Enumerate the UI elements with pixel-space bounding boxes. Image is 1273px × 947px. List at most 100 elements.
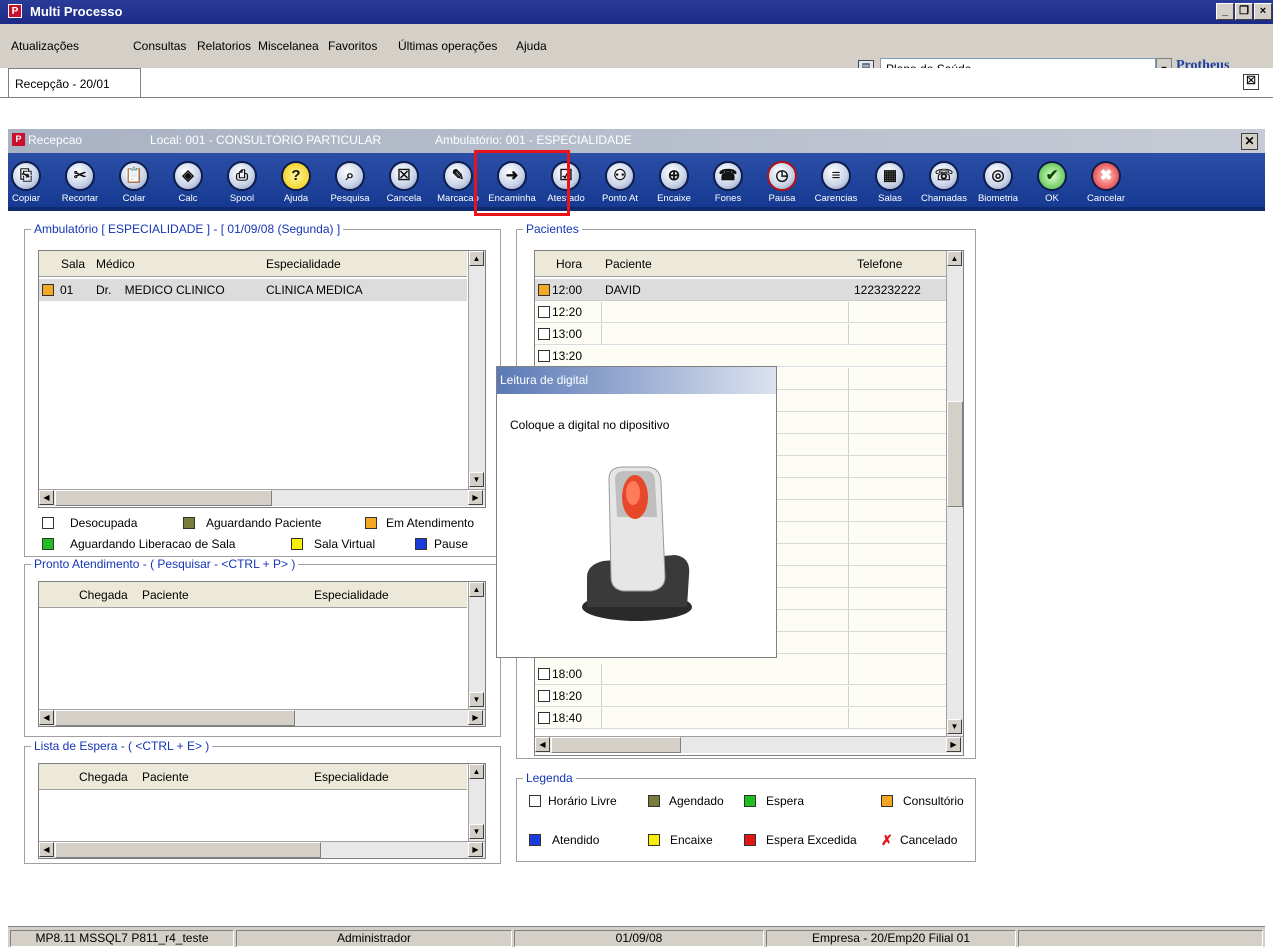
menu-ultimas-operacoes[interactable]: Últimas operações — [398, 39, 497, 53]
scroll-down-icon[interactable]: ▼ — [469, 692, 484, 707]
scroll-up-icon[interactable]: ▲ — [469, 764, 484, 779]
carencias-button[interactable]: ≡ Carencias — [810, 157, 862, 209]
scroll-right-icon[interactable]: ▶ — [468, 710, 483, 725]
scroll-down-icon[interactable]: ▼ — [469, 472, 484, 487]
colar-button[interactable]: 📋 Colar — [108, 157, 160, 209]
fones-button[interactable]: ☎ Fones — [702, 157, 754, 209]
vertical-scrollbar[interactable]: ▲ ▼ — [468, 582, 485, 709]
scroll-left-icon[interactable]: ◀ — [535, 737, 550, 752]
legend-led — [42, 517, 54, 529]
calculator-icon: ◈ — [173, 161, 203, 191]
chamadas-button[interactable]: ☏ Chamadas — [918, 157, 970, 209]
horizontal-scrollbar[interactable]: ◀ ▶ — [39, 841, 485, 858]
scroll-left-icon[interactable]: ◀ — [39, 710, 54, 725]
menu-consultas[interactable]: Consultas — [133, 39, 186, 53]
menu-favoritos[interactable]: Favoritos — [328, 39, 377, 53]
tab-recepcao[interactable]: Recepção - 20/01 — [8, 68, 141, 98]
cancelar-button[interactable]: ✖ Cancelar — [1080, 157, 1132, 209]
status-led — [538, 668, 550, 680]
vertical-scrollbar[interactable]: ▲ ▼ — [468, 251, 485, 489]
window-titlebar: P Multi Processo _ ❐ × — [0, 0, 1273, 24]
pronto-atendimento-group: Pronto Atendimento - ( Pesquisar - <CTRL… — [24, 557, 501, 737]
table-row[interactable]: 12:00 DAVID 1223232222 — [535, 279, 946, 301]
table-row[interactable]: 13:00 — [535, 324, 946, 345]
scroll-thumb[interactable] — [55, 842, 321, 858]
menu-relatorios[interactable]: Relatorios — [197, 39, 251, 53]
table-row[interactable]: 12:20 — [535, 302, 946, 323]
menu-miscelanea[interactable]: Miscelanea — [258, 39, 319, 53]
vertical-scrollbar[interactable]: ▲ ▼ — [468, 764, 485, 841]
table-row[interactable]: 18:40 — [535, 708, 946, 729]
scroll-thumb[interactable] — [947, 401, 963, 507]
close-tab-icon[interactable]: ☒ — [1243, 74, 1259, 90]
legend-led — [529, 834, 541, 846]
cancel-box-icon: ☒ — [389, 161, 419, 191]
scroll-right-icon[interactable]: ▶ — [946, 737, 961, 752]
table-row[interactable]: 18:00 — [535, 664, 946, 685]
horizontal-scrollbar[interactable]: ◀ ▶ — [535, 736, 963, 753]
ambulatorio-title: Ambulatório [ ESPECIALIDADE ] - [ 01/09/… — [31, 222, 344, 236]
scroll-down-icon[interactable]: ▼ — [947, 719, 962, 734]
ambulatorio-grid[interactable]: Sala Médico Especialidade 01 Dr. MEDICO … — [38, 250, 486, 508]
scroll-down-icon[interactable]: ▼ — [469, 824, 484, 839]
clipboard-icon: 📋 — [119, 161, 149, 191]
vertical-scrollbar[interactable]: ▲ ▼ — [946, 251, 963, 736]
copiar-button[interactable]: ⎘ Copiar — [0, 157, 52, 209]
ok-button[interactable]: ✔ OK — [1026, 157, 1078, 209]
legenda-title: Legenda — [523, 771, 576, 785]
horizontal-scrollbar[interactable]: ◀ ▶ — [39, 489, 485, 506]
scissors-icon: ✂ — [65, 161, 95, 191]
status-led — [42, 284, 54, 296]
scroll-thumb[interactable] — [55, 710, 295, 726]
cancela-button[interactable]: ☒ Cancela — [378, 157, 430, 209]
marker-icon: ✎ — [443, 161, 473, 191]
close-recepcao-button[interactable]: ✕ — [1241, 133, 1258, 150]
scroll-left-icon[interactable]: ◀ — [39, 842, 54, 857]
ajuda-button[interactable]: ? Ajuda — [270, 157, 322, 209]
menu-atualizacoes[interactable]: Atualizações — [11, 39, 79, 53]
status-bar: MP8.11 MSSQL7 P811_r4_teste Administrado… — [8, 926, 1265, 947]
toolbar: ⎘ Copiar ✂ Recortar 📋 Colar ◈ Calc ⎙ Spool ? A… — [8, 153, 1265, 211]
table-row[interactable]: 18:20 — [535, 686, 946, 707]
scroll-left-icon[interactable]: ◀ — [39, 490, 54, 505]
restore-button[interactable]: ❐ — [1235, 3, 1253, 20]
espera-grid[interactable]: Chegada Paciente Especialidade ▲ ▼ ◀ ▶ — [38, 763, 486, 859]
menu-ajuda[interactable]: Ajuda — [516, 39, 547, 53]
highlight-box — [474, 150, 570, 216]
encaixe-button[interactable]: ⊕ Encaixe — [648, 157, 700, 209]
pesquisa-button[interactable]: ⌕ Pesquisa — [324, 157, 376, 209]
biometria-button[interactable]: ◎ Biometria — [972, 157, 1024, 209]
help-icon: ? — [281, 161, 311, 191]
scroll-thumb[interactable] — [55, 490, 272, 506]
clock-icon: ◷ — [767, 161, 797, 191]
pronto-title: Pronto Atendimento - ( Pesquisar - <CTRL… — [31, 557, 299, 571]
legend-led — [648, 834, 660, 846]
ponto-at-button[interactable]: ⚇ Ponto At — [594, 157, 646, 209]
pausa-button[interactable]: ◷ Pausa — [756, 157, 808, 209]
tab-divider — [0, 97, 1273, 98]
scroll-thumb[interactable] — [551, 737, 681, 753]
table-row[interactable]: 01 Dr. MEDICO CLINICO CLINICA MEDICA — [39, 279, 467, 301]
spool-button[interactable]: ⎙ Spool — [216, 157, 268, 209]
window-title: Multi Processo — [30, 4, 123, 19]
pronto-grid[interactable]: Chegada Paciente Especialidade ▲ ▼ ◀ ▶ — [38, 581, 486, 727]
salas-button[interactable]: ▦ Salas — [864, 157, 916, 209]
scroll-up-icon[interactable]: ▲ — [469, 582, 484, 597]
legend-led — [529, 795, 541, 807]
minimize-button[interactable]: _ — [1216, 3, 1234, 20]
copy-icon: ⎘ — [11, 161, 41, 191]
scroll-up-icon[interactable]: ▲ — [947, 251, 962, 266]
table-row[interactable]: 13:20 — [535, 346, 946, 367]
phone-icon: ☎ — [713, 161, 743, 191]
magnifier-icon: ⌕ — [335, 161, 365, 191]
recortar-button[interactable]: ✂ Recortar — [54, 157, 106, 209]
recepcao-logo-icon: P — [12, 133, 25, 146]
app-logo-icon: P — [8, 4, 22, 18]
scroll-right-icon[interactable]: ▶ — [468, 490, 483, 505]
scroll-up-icon[interactable]: ▲ — [469, 251, 484, 266]
close-window-button[interactable]: × — [1254, 3, 1272, 20]
horizontal-scrollbar[interactable]: ◀ ▶ — [39, 709, 485, 726]
list-icon: ≡ — [821, 161, 851, 191]
calc-button[interactable]: ◈ Calc — [162, 157, 214, 209]
scroll-right-icon[interactable]: ▶ — [468, 842, 483, 857]
